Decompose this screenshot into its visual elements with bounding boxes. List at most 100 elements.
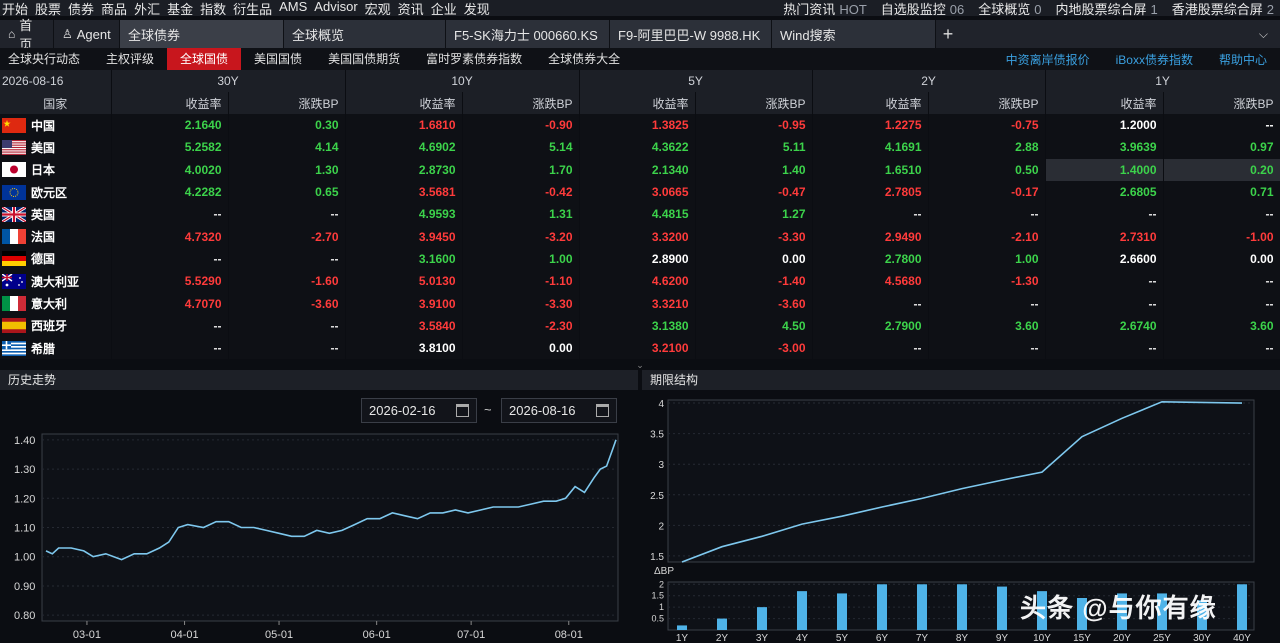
change-cell: -1.60	[228, 270, 346, 293]
y-tick-label: 2	[658, 521, 664, 532]
country-cell: 美国	[0, 136, 112, 159]
new-tab-button[interactable]: +	[936, 24, 960, 45]
tab-wind-search[interactable]: Wind搜索	[772, 20, 936, 48]
yield-cell: --	[1045, 336, 1164, 360]
yield-header[interactable]: 收益率	[812, 92, 929, 114]
yield-cell: 5.5290	[111, 270, 229, 293]
subnav-link[interactable]: iBoxx债券指数	[1103, 51, 1206, 68]
change-bp-header[interactable]: 涨跌BP	[1163, 92, 1280, 114]
table-row[interactable]: 美国 5.2582 4.14 4.6902 5.14 4.3622 5.11 4.1691 2.…	[0, 136, 1280, 159]
shortcut-item[interactable]: 内地股票综合屏 1	[1056, 0, 1158, 18]
change-bp-header[interactable]: 涨跌BP	[928, 92, 1046, 114]
change-cell: -3.00	[695, 336, 813, 360]
yield-cell: 2.6805	[1045, 180, 1164, 204]
fr-flag-icon	[2, 229, 26, 245]
shortcut-item[interactable]: 热门资讯 HOT	[783, 0, 866, 18]
change-bar	[757, 607, 767, 630]
y-tick-label: 0.80	[14, 610, 35, 622]
change-bp-header[interactable]: 涨跌BP	[462, 92, 580, 114]
subnav-item[interactable]: 全球国债	[167, 48, 242, 70]
shortcut-item[interactable]: 自选股监控 06	[881, 0, 964, 18]
yield-header[interactable]: 收益率	[579, 92, 696, 114]
table-row[interactable]: 澳大利亚 5.5290 -1.60 5.0130 -1.10 4.6200 -1.40 4.5…	[0, 270, 1280, 293]
yield-cell: 5.2582	[111, 136, 229, 159]
table-row[interactable]: 法国 4.7320 -2.70 3.9450 -3.20 3.3200 -3.30 2.949…	[0, 225, 1280, 248]
table-row[interactable]: 希腊 -- -- 3.8100 0.00 3.2100 -3.00 -- -- -- --	[0, 336, 1280, 360]
yield-cell: 2.1640	[111, 114, 229, 137]
table-row[interactable]: 西班牙 -- -- 3.5840 -2.30 3.1380 4.50 2.7900 3.60 2.…	[0, 314, 1280, 337]
menu-item[interactable]: 宏观	[365, 0, 398, 18]
yield-cell: --	[111, 314, 229, 337]
menu-item[interactable]: AMS	[279, 0, 314, 18]
menu-item[interactable]: 外汇	[134, 0, 167, 18]
change-bar	[717, 618, 727, 630]
subnav-item[interactable]: 主权评级	[93, 48, 167, 70]
country-name: 欧元区	[31, 185, 68, 200]
tab-global-overview[interactable]: 全球概览	[284, 20, 446, 48]
country-name: 中国	[31, 118, 56, 133]
subnav-item[interactable]: 全球债券大全	[535, 48, 633, 70]
bond-table-body: 中国 2.1640 0.30 1.6810 -0.90 1.3825 -0.95 1.2275…	[0, 114, 1280, 360]
shortcut-label: 全球概览	[978, 1, 1031, 17]
menu-item[interactable]: 企业	[431, 0, 464, 18]
tenor-header[interactable]: 5Y	[579, 70, 813, 92]
change-cell: --	[228, 314, 346, 337]
tab-sk-hynix[interactable]: F5-SK海力士 000660.KS	[446, 20, 610, 48]
change-cell: 1.70	[462, 158, 580, 181]
yield-header[interactable]: 收益率	[1045, 92, 1164, 114]
change-cell: 5.11	[695, 136, 813, 159]
yield-cell: 3.5681	[345, 180, 463, 204]
menu-item[interactable]: 债券	[68, 0, 101, 18]
shortcut-item[interactable]: 香港股票综合屏 2	[1172, 0, 1274, 18]
tab-list-chevron-icon[interactable]: ⌵	[1259, 27, 1268, 42]
tab-agent[interactable]: ♙ Agent	[54, 20, 120, 48]
menu-item[interactable]: 发现	[464, 0, 497, 18]
yield-cell: --	[1045, 270, 1164, 293]
tab-global-bonds[interactable]: 全球债券	[120, 20, 284, 48]
subnav-link[interactable]: 中资离岸债报价	[993, 51, 1103, 68]
country-name: 德国	[31, 252, 56, 267]
menu-item[interactable]: 衍生品	[233, 0, 279, 18]
table-row[interactable]: 欧元区 4.2282 0.65 3.5681 -0.42 3.0665 -0.47 2.780…	[0, 180, 1280, 204]
tenor-header[interactable]: 2Y	[812, 70, 1046, 92]
table-row[interactable]: 中国 2.1640 0.30 1.6810 -0.90 1.3825 -0.95 1.2275…	[0, 114, 1280, 137]
change-bp-header[interactable]: 涨跌BP	[695, 92, 813, 114]
menu-item[interactable]: Advisor	[314, 0, 364, 18]
table-row[interactable]: 英国 -- -- 4.9593 1.31 4.4815 1.27 -- -- -- --	[0, 203, 1280, 226]
subnav-item[interactable]: 全球央行动态	[0, 48, 93, 70]
change-bar	[957, 584, 967, 630]
subnav-item[interactable]: 富时罗素债券指数	[413, 48, 535, 70]
table-row[interactable]: 日本 4.0020 1.30 2.8730 1.70 2.1340 1.40 1.6510 0.…	[0, 158, 1280, 181]
menu-item[interactable]: 商品	[101, 0, 134, 18]
start-date-value: 2026-02-16	[369, 403, 436, 418]
table-row[interactable]: 德国 -- -- 3.1600 1.00 2.8900 0.00 2.7800 1.00 2.66…	[0, 247, 1280, 271]
gb-flag-icon	[2, 206, 26, 222]
change-cell: 1.40	[695, 158, 813, 181]
yield-header[interactable]: 收益率	[345, 92, 463, 114]
change-cell: 1.00	[928, 247, 1046, 271]
subnav-link[interactable]: 帮助中心	[1206, 51, 1280, 68]
start-date-picker[interactable]: 2026-02-16	[361, 398, 477, 423]
subnav-item[interactable]: 美国国债期货	[315, 48, 413, 70]
tenor-header[interactable]: 10Y	[345, 70, 580, 92]
table-row[interactable]: 意大利 4.7070 -3.60 3.9100 -3.30 3.3210 -3.60 -- --…	[0, 292, 1280, 315]
tab-alibaba[interactable]: F9-阿里巴巴-W 9988.HK	[610, 20, 772, 48]
subnav-item[interactable]: 美国国债	[241, 48, 315, 70]
x-tick-label: 07-01	[457, 629, 485, 641]
tab-home[interactable]: ⌂ 首页	[0, 18, 54, 52]
shortcut-label: 香港股票综合屏	[1171, 1, 1263, 17]
yield-cell: 1.2275	[812, 114, 929, 137]
menu-item[interactable]: 指数	[200, 0, 233, 18]
shortcut-item[interactable]: 全球概览 0	[978, 0, 1041, 18]
change-bp-header[interactable]: 涨跌BP	[228, 92, 346, 114]
home-icon: ⌂	[8, 27, 16, 41]
tenor-header[interactable]: 30Y	[111, 70, 346, 92]
panel-splitter-chevron-icon[interactable]: ⌄	[0, 360, 1280, 370]
menu-item[interactable]: 基金	[167, 0, 200, 18]
country-name: 西班牙	[31, 319, 68, 334]
tenor-tick-label: 2Y	[716, 633, 729, 643]
tenor-header[interactable]: 1Y	[1045, 70, 1280, 92]
end-date-picker[interactable]: 2026-08-16	[501, 398, 617, 423]
yield-header[interactable]: 收益率	[111, 92, 229, 114]
menu-item[interactable]: 资讯	[398, 0, 431, 18]
